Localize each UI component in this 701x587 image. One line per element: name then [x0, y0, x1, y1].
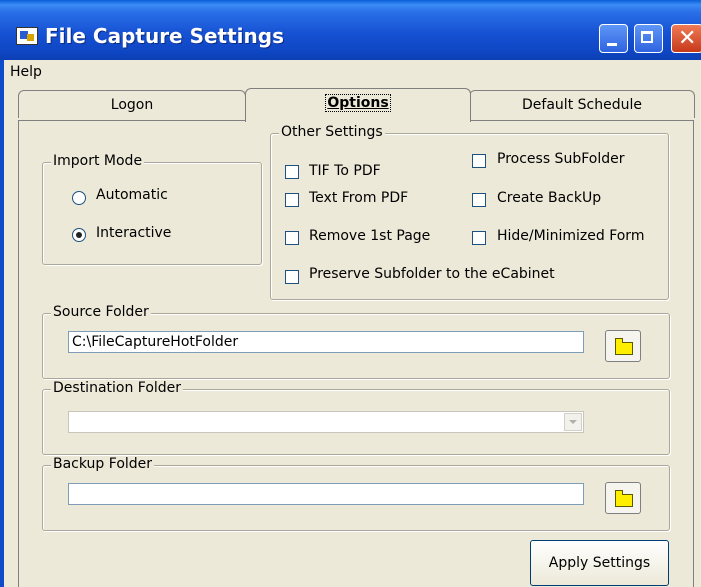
radio-interactive-label: Interactive [96, 225, 172, 241]
import-mode-group: Import Mode [42, 153, 262, 265]
checkbox-create-backup[interactable] [472, 193, 486, 207]
close-icon: ✕ [678, 26, 697, 51]
folder-icon [615, 338, 633, 355]
checkbox-create-backup-label: Create BackUp [497, 190, 602, 206]
backup-folder-input[interactable] [68, 483, 584, 505]
radio-automatic[interactable] [72, 191, 86, 205]
checkbox-remove-first-page-label: Remove 1st Page [309, 228, 431, 244]
checkbox-preserve-subfolder-label: Preserve Subfolder to the eCabinet [309, 266, 555, 282]
checkbox-preserve-subfolder[interactable] [285, 270, 299, 284]
close-button[interactable]: ✕ [671, 24, 701, 53]
source-folder-legend: Source Folder [51, 304, 151, 320]
tab-default-schedule-label: Default Schedule [522, 97, 642, 113]
minimize-button[interactable] [599, 24, 628, 53]
window-title: File Capture Settings [45, 24, 284, 48]
tab-options-label: Options [325, 94, 391, 112]
app-icon [16, 27, 38, 45]
title-bar[interactable]: File Capture Settings ✕ [0, 0, 701, 60]
checkbox-remove-first-page[interactable] [285, 231, 299, 245]
checkbox-process-subfolder-label: Process SubFolder [497, 151, 625, 167]
checkbox-text-from-pdf-label: Text From PDF [309, 190, 409, 206]
source-folder-browse-button[interactable] [605, 330, 641, 362]
radio-interactive[interactable] [72, 228, 86, 242]
folder-icon [615, 490, 633, 507]
checkbox-hide-minimized-form[interactable] [472, 231, 486, 245]
radio-automatic-label: Automatic [96, 187, 168, 203]
tab-logon[interactable]: Logon [18, 90, 246, 118]
destination-folder-select[interactable] [68, 411, 584, 433]
window-frame [0, 60, 4, 587]
backup-folder-browse-button[interactable] [605, 482, 641, 514]
maximize-button[interactable] [634, 24, 663, 53]
other-settings-legend: Other Settings [279, 124, 385, 140]
checkbox-hide-minimized-form-label: Hide/Minimized Form [497, 228, 645, 244]
checkbox-tif-to-pdf-label: TIF To PDF [309, 163, 381, 179]
checkbox-text-from-pdf[interactable] [285, 193, 299, 207]
backup-folder-legend: Backup Folder [51, 456, 155, 472]
checkbox-tif-to-pdf[interactable] [285, 165, 299, 179]
apply-settings-button[interactable]: Apply Settings [530, 540, 669, 586]
menu-bar: Help [4, 60, 701, 84]
import-mode-legend: Import Mode [51, 153, 145, 169]
menu-help[interactable]: Help [10, 64, 42, 80]
source-folder-input[interactable]: C:\FileCaptureHotFolder [68, 331, 584, 353]
chevron-down-icon[interactable] [564, 413, 582, 431]
destination-folder-legend: Destination Folder [51, 380, 184, 396]
tab-logon-label: Logon [110, 97, 154, 113]
tab-options[interactable]: Options [245, 88, 471, 122]
tab-default-schedule[interactable]: Default Schedule [469, 90, 695, 118]
checkbox-process-subfolder[interactable] [472, 154, 486, 168]
